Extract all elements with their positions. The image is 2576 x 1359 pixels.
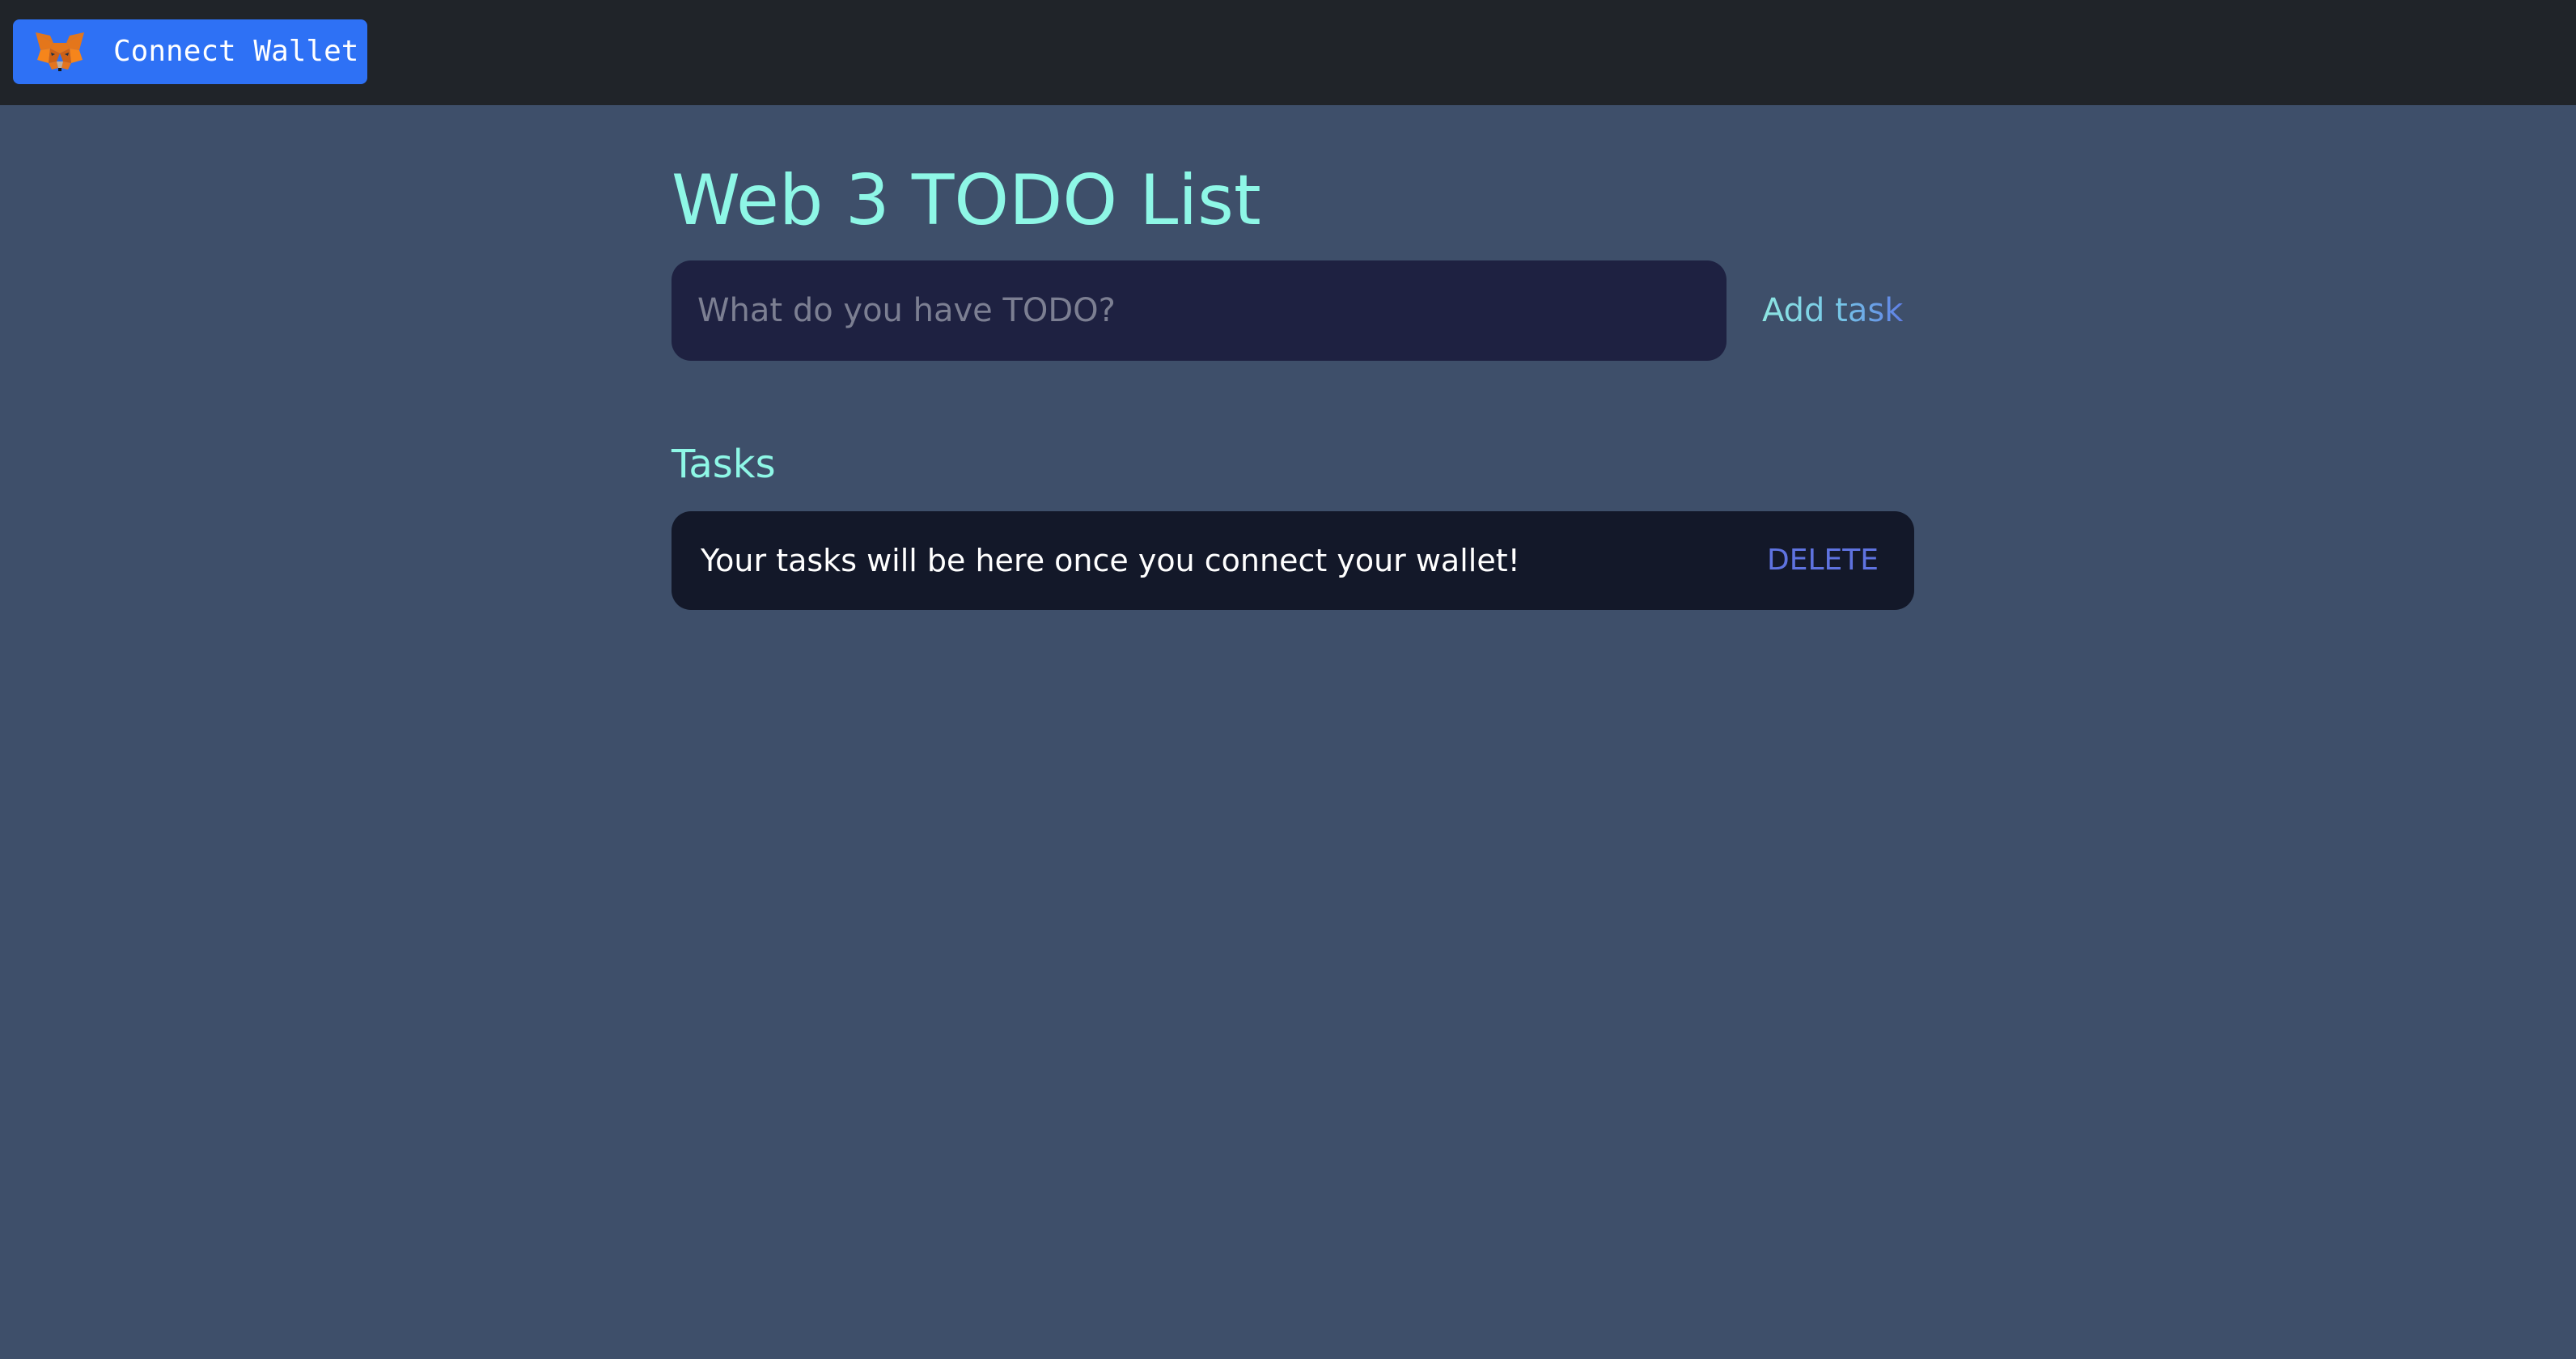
connect-wallet-label: Connect Wallet [113,35,359,68]
add-task-button[interactable]: Add task [1762,260,1903,361]
metamask-fox-icon [36,32,84,71]
delete-task-button[interactable]: DELETE [1767,511,1879,610]
task-item: Your tasks will be here once you connect… [672,511,1914,610]
task-list: Your tasks will be here once you connect… [672,511,1914,610]
task-input[interactable] [672,260,1727,361]
tasks-heading: Tasks [672,442,776,487]
connect-wallet-button[interactable]: Connect Wallet [13,19,367,84]
task-text: Your tasks will be here once you connect… [701,543,1520,578]
top-bar: Connect Wallet [0,0,2576,105]
page-title: Web 3 TODO List [672,160,1261,241]
